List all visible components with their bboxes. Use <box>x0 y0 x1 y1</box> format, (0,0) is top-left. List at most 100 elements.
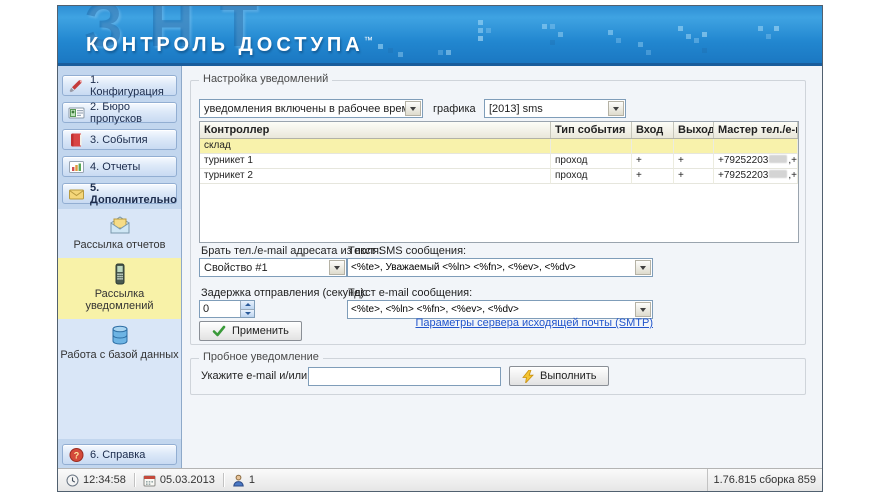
sidebar-item-help[interactable]: ? 6. Справка <box>62 444 177 465</box>
controller-cell: турникет 2 <box>200 169 551 184</box>
notification-mode-value: уведомления включены в рабочее время <box>200 103 405 115</box>
sidebar-item-configuration[interactable]: 1. Конфигурация <box>62 75 177 96</box>
run-button-label: Выполнить <box>540 370 596 382</box>
chevron-down-icon[interactable] <box>608 101 624 116</box>
sidebar-item-additional[interactable]: 5. Дополнительно <box>62 183 177 204</box>
app-title-row: КОНТРОЛЬ ДОСТУПА™ <box>86 34 373 57</box>
sms-text-field[interactable] <box>347 258 653 277</box>
calendar-icon <box>143 474 156 487</box>
master-phone-1: +79252203 <box>718 155 768 166</box>
delay-label: Задержка отправления (секунд): <box>201 287 367 299</box>
app-body: 1. Конфигурация 2. Бюро пропусков 3. Соб… <box>58 66 822 468</box>
delay-value: 0 <box>200 301 240 317</box>
apply-button-label: Применить <box>232 325 289 337</box>
main-content: Настройка уведомлений уведомления включе… <box>182 66 822 468</box>
column-header[interactable]: Тип события <box>551 122 632 138</box>
apply-button[interactable]: Применить <box>199 321 302 341</box>
submenu-item-notification-mailing[interactable]: Рассылка уведомлений <box>58 258 181 319</box>
wrench-icon <box>68 78 85 94</box>
submenu-item-report-mailing[interactable]: Рассылка отчетов <box>58 209 181 258</box>
column-header[interactable]: Выход <box>674 122 714 138</box>
phone-icon <box>108 263 132 285</box>
notification-mode-select[interactable]: уведомления включены в рабочее время <box>199 99 423 118</box>
svg-text:?: ? <box>74 450 80 460</box>
spinner-buttons <box>240 301 254 317</box>
source-field-select[interactable]: Свойство #1 <box>199 258 347 277</box>
sidebar-item-label: 5. Дополнительно <box>90 182 177 206</box>
status-version: 1.76.815 сборка 859 <box>707 469 823 491</box>
chevron-down-icon[interactable] <box>635 302 651 317</box>
out-cell: + <box>674 154 714 169</box>
in-cell: + <box>632 154 674 169</box>
notification-settings-group: Настройка уведомлений уведомления включе… <box>190 80 806 345</box>
header-pixel-decoration <box>678 26 683 31</box>
submenu-item-label: Работа с базой данных <box>60 349 178 361</box>
chevron-down-icon[interactable] <box>329 260 345 275</box>
submenu-item-label: Рассылка отчетов <box>74 239 166 251</box>
controller-cell: склад <box>200 139 551 154</box>
test-target-field[interactable] <box>308 367 501 386</box>
app-window: ЗНТ КОНТРОЛЬ ДОСТУПА™ 1. Конфигурация <box>57 5 823 492</box>
submenu-item-database-work[interactable]: Работа с базой данных <box>58 319 181 368</box>
table-row[interactable]: склад <box>200 139 798 154</box>
column-header[interactable]: Вход <box>632 122 674 138</box>
event-cell: проход <box>551 169 632 184</box>
sidebar-item-reports[interactable]: 4. Отчеты <box>62 156 177 177</box>
out-cell <box>674 139 714 154</box>
master-phone-2: ,+79252203 <box>788 170 798 181</box>
run-button[interactable]: Выполнить <box>509 366 609 386</box>
in-cell <box>632 139 674 154</box>
sidebar-item-events[interactable]: 3. События <box>62 129 177 150</box>
event-cell <box>551 139 632 154</box>
sidebar-submenu-additional: Рассылка отчетов Рассылка уведомлений Ра… <box>58 209 181 439</box>
sidebar-item-label: 1. Конфигурация <box>90 74 171 98</box>
out-cell: + <box>674 169 714 184</box>
column-header[interactable]: Контроллер <box>200 122 551 138</box>
sms-text-label: Текст SMS сообщения: <box>348 245 466 257</box>
status-date: 05.03.2013 <box>135 474 223 487</box>
smtp-settings-link[interactable]: Параметры сервера исходящей почты (SMTP) <box>347 317 653 329</box>
schedule-label: графика <box>433 103 476 115</box>
status-time: 12:34:58 <box>58 474 134 487</box>
trademark-symbol: ™ <box>364 35 373 45</box>
table-header: Контроллер Тип события Вход Выход Мастер… <box>200 122 798 139</box>
schedule-value: [2013] sms <box>485 103 608 115</box>
status-date-value: 05.03.2013 <box>160 474 215 486</box>
sidebar-item-pass-bureau[interactable]: 2. Бюро пропусков <box>62 102 177 123</box>
master-cell <box>714 139 798 154</box>
schedule-select[interactable]: [2013] sms <box>484 99 626 118</box>
desktop-background: ЗНТ КОНТРОЛЬ ДОСТУПА™ 1. Конфигурация <box>0 0 880 500</box>
email-text-label: Текст e-mail сообщения: <box>348 287 472 299</box>
table-row[interactable]: турникет 2 проход + + +79252203,+7925220… <box>200 169 798 184</box>
sidebar: 1. Конфигурация 2. Бюро пропусков 3. Соб… <box>58 66 182 468</box>
controllers-table[interactable]: Контроллер Тип события Вход Выход Мастер… <box>199 121 799 243</box>
lightning-icon <box>522 370 534 383</box>
status-users: 1 <box>224 474 263 487</box>
sms-text-input[interactable] <box>348 260 635 275</box>
database-icon <box>108 324 132 346</box>
clock-icon <box>66 474 79 487</box>
sidebar-item-label: 3. События <box>90 134 148 146</box>
spin-down-icon[interactable] <box>241 310 254 318</box>
chevron-down-icon[interactable] <box>635 260 651 275</box>
master-cell: +79252203 ,+79252203 <box>714 169 798 184</box>
app-header: ЗНТ КОНТРОЛЬ ДОСТУПА™ <box>58 6 822 66</box>
status-users-value: 1 <box>249 474 255 486</box>
check-icon <box>212 325 226 337</box>
redacted-digits <box>769 155 787 163</box>
column-header[interactable]: Мастер тел./e-mail <box>714 122 798 138</box>
table-row[interactable]: турникет 1 проход + + +79252203,+7925220… <box>200 154 798 169</box>
app-title: КОНТРОЛЬ ДОСТУПА <box>86 34 364 56</box>
event-cell: проход <box>551 154 632 169</box>
redacted-digits <box>769 170 787 178</box>
master-phone-1: +79252203 <box>718 170 768 181</box>
email-text-input[interactable] <box>348 302 635 317</box>
controller-cell: турникет 1 <box>200 154 551 169</box>
test-target-input[interactable] <box>309 369 500 384</box>
delay-spinner[interactable]: 0 <box>199 300 255 318</box>
spin-up-icon[interactable] <box>241 301 254 310</box>
status-version-value: 1.76.815 сборка 859 <box>714 474 817 486</box>
chevron-down-icon[interactable] <box>405 101 421 116</box>
header-pixel-decoration <box>478 20 483 25</box>
header-pixel-decoration <box>378 44 383 49</box>
